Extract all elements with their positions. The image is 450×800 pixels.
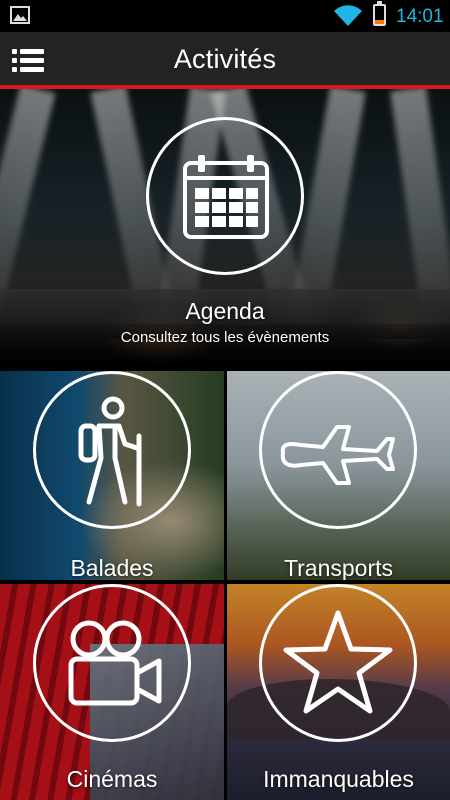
transports-label: Transports [283, 555, 394, 580]
agenda-label: Agenda [185, 298, 265, 324]
cinemas-tile[interactable]: Cinémas [0, 584, 224, 800]
movie-camera-icon [68, 620, 162, 706]
calendar-icon [183, 155, 269, 239]
status-bar: 14:01 [0, 0, 450, 32]
wifi-icon [334, 5, 362, 27]
cinemas-label: Cinémas [66, 766, 158, 792]
status-clock: 14:01 [396, 6, 444, 27]
transports-tile[interactable]: Transports [227, 371, 450, 580]
immanquables-tile[interactable]: Immanquables [227, 584, 450, 800]
app-header: Activités [0, 32, 450, 89]
immanquables-label: Immanquables [263, 766, 414, 792]
airplane-icon [280, 425, 395, 485]
agenda-subtitle: Consultez tous les évènements [120, 329, 330, 346]
page-title: Activités [173, 44, 277, 74]
battery-low-icon [373, 1, 386, 26]
star-icon [283, 610, 393, 714]
balades-tile[interactable]: Balades [0, 371, 224, 580]
image-notification-icon [10, 6, 30, 24]
agenda-tile[interactable]: Agenda Consultez tous les évènements [0, 89, 450, 369]
balades-label: Balades [70, 555, 154, 580]
hiker-icon [78, 396, 142, 507]
